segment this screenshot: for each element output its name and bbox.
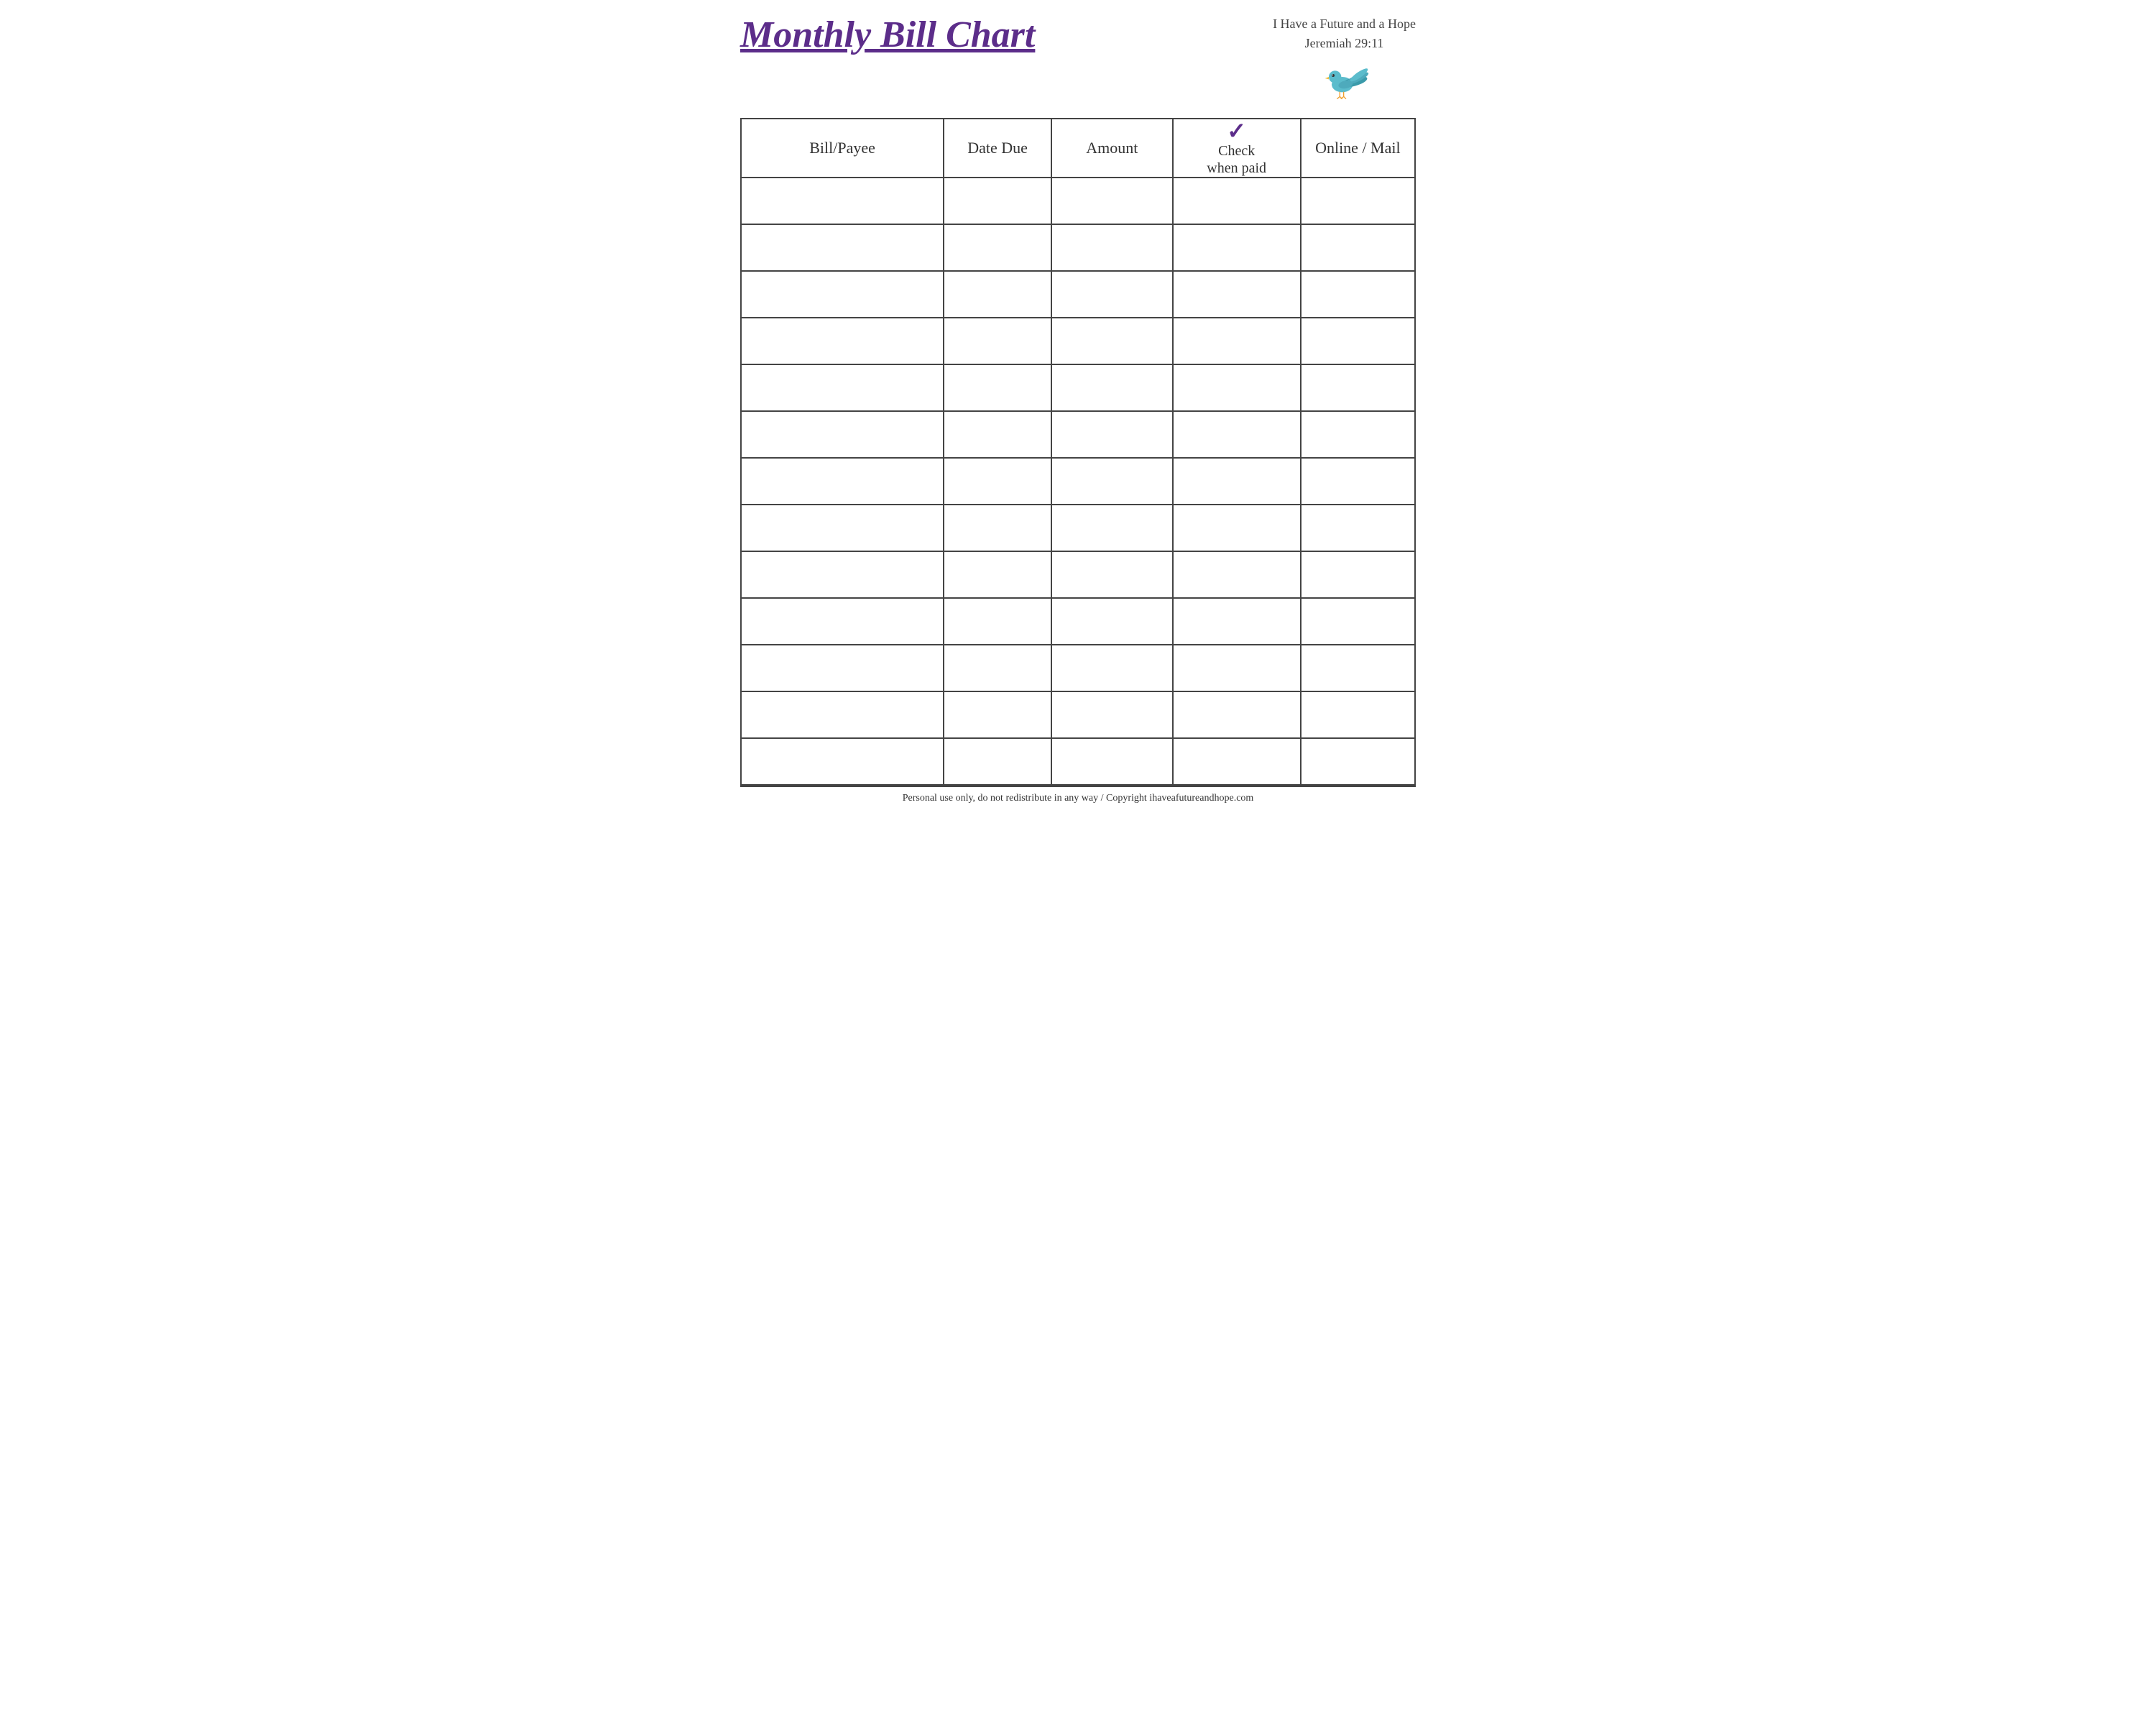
table-row	[742, 318, 1415, 364]
table-cell	[1173, 364, 1301, 411]
table-cell	[742, 551, 944, 598]
table-header-row: Bill/Payee Date Due Amount ✓ Check	[742, 119, 1415, 178]
col-header-date: Date Due	[944, 119, 1051, 178]
table-cell	[1301, 458, 1415, 505]
table-cell	[944, 505, 1051, 551]
table-row	[742, 224, 1415, 271]
table-cell	[1301, 551, 1415, 598]
table-cell	[1173, 224, 1301, 271]
table-cell	[1173, 738, 1301, 785]
table-cell	[742, 645, 944, 691]
table-cell	[1173, 598, 1301, 645]
table-cell	[1301, 645, 1415, 691]
table-cell	[742, 411, 944, 458]
table-cell	[1301, 224, 1415, 271]
table-cell	[944, 178, 1051, 224]
table-cell	[944, 551, 1051, 598]
table-cell	[944, 364, 1051, 411]
table-cell	[1051, 224, 1173, 271]
table-cell	[1173, 551, 1301, 598]
table-cell	[944, 598, 1051, 645]
table-cell	[1051, 318, 1173, 364]
table-cell	[742, 271, 944, 318]
table-cell	[1051, 178, 1173, 224]
table-cell	[944, 458, 1051, 505]
table-row	[742, 738, 1415, 785]
table-cell	[1051, 505, 1173, 551]
table-row	[742, 458, 1415, 505]
table-cell	[1301, 271, 1415, 318]
table-cell	[742, 738, 944, 785]
table-cell	[1301, 364, 1415, 411]
table-row	[742, 411, 1415, 458]
table-cell	[742, 691, 944, 738]
page: Monthly Bill Chart I Have a Future and a…	[719, 0, 1437, 817]
bill-chart-table: Bill/Payee Date Due Amount ✓ Check	[740, 118, 1416, 786]
page-title: Monthly Bill Chart	[740, 14, 1035, 55]
table-cell	[742, 505, 944, 551]
table-cell	[1051, 411, 1173, 458]
col-header-bill: Bill/Payee	[742, 119, 944, 178]
table-cell	[742, 458, 944, 505]
table-row	[742, 551, 1415, 598]
table-cell	[1051, 364, 1173, 411]
table-cell	[742, 318, 944, 364]
table-cell	[944, 411, 1051, 458]
table-cell	[1051, 738, 1173, 785]
table-cell	[1173, 645, 1301, 691]
table-cell	[1173, 691, 1301, 738]
table-cell	[1051, 458, 1173, 505]
table-row	[742, 271, 1415, 318]
table-row	[742, 505, 1415, 551]
col-header-amount: Amount	[1051, 119, 1173, 178]
table-cell	[1051, 551, 1173, 598]
table-cell	[1051, 645, 1173, 691]
table-cell	[1051, 271, 1173, 318]
table-cell	[944, 645, 1051, 691]
table-cell	[1173, 271, 1301, 318]
table-cell	[944, 691, 1051, 738]
table-cell	[742, 598, 944, 645]
table-cell	[944, 318, 1051, 364]
header-right: I Have a Future and a Hope Jeremiah 29:1…	[1273, 14, 1416, 104]
header: Monthly Bill Chart I Have a Future and a…	[740, 14, 1416, 107]
table-cell	[742, 364, 944, 411]
table-cell	[1301, 691, 1415, 738]
footer: Personal use only, do not redistribute i…	[740, 786, 1416, 810]
table-cell	[1301, 505, 1415, 551]
table-cell	[1301, 318, 1415, 364]
table-cell	[1173, 411, 1301, 458]
table-row	[742, 178, 1415, 224]
table-cell	[1173, 505, 1301, 551]
table-cell	[1173, 458, 1301, 505]
table-cell	[742, 178, 944, 224]
table-cell	[1301, 598, 1415, 645]
bird-illustration	[1316, 57, 1373, 104]
table-cell	[742, 224, 944, 271]
col-header-online: Online / Mail	[1301, 119, 1415, 178]
table-cell	[1301, 178, 1415, 224]
table-row	[742, 645, 1415, 691]
table-cell	[1301, 411, 1415, 458]
table-cell	[944, 738, 1051, 785]
table-cell	[1051, 598, 1173, 645]
table-cell	[1051, 691, 1173, 738]
table-cell	[1301, 738, 1415, 785]
table-row	[742, 691, 1415, 738]
table-cell	[1173, 178, 1301, 224]
table-cell	[1173, 318, 1301, 364]
subtitle: I Have a Future and a Hope Jeremiah 29:1…	[1273, 14, 1416, 53]
table-row	[742, 364, 1415, 411]
col-header-check: ✓ Check when paid	[1173, 119, 1301, 178]
table-cell	[944, 224, 1051, 271]
table-cell	[944, 271, 1051, 318]
table-row	[742, 598, 1415, 645]
